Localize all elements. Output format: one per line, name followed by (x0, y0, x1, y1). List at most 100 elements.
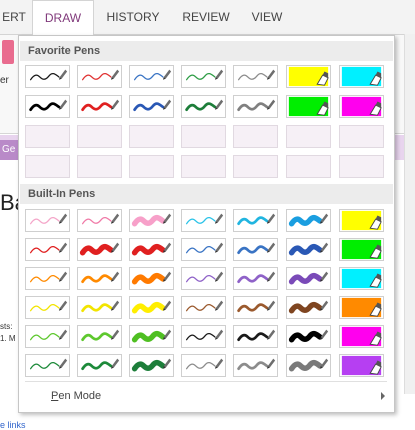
built-in-pen-swatch[interactable] (129, 296, 174, 319)
built-in-pen-swatch[interactable] (233, 325, 278, 348)
favorite-pen-swatch[interactable] (233, 95, 278, 118)
pen-stroke-icon (81, 213, 120, 225)
favorite-pen-swatch[interactable] (286, 65, 331, 88)
built-in-pen-swatch[interactable] (77, 354, 122, 377)
built-in-pen-swatch[interactable] (339, 296, 384, 319)
tab-insert[interactable]: ERT (0, 0, 28, 34)
favorite-pen-swatch[interactable] (286, 125, 331, 148)
built-in-pen-swatch[interactable] (286, 209, 331, 232)
built-in-pen-swatch[interactable] (77, 209, 122, 232)
built-in-pen-swatch[interactable] (339, 325, 384, 348)
pen-stroke-icon (237, 300, 276, 313)
favorite-pen-swatch[interactable] (25, 65, 70, 88)
built-in-pen-swatch[interactable] (286, 267, 331, 290)
favorite-pen-swatch[interactable] (181, 65, 226, 88)
built-in-pen-swatch[interactable] (77, 296, 122, 319)
pen-stroke-icon (237, 69, 276, 81)
built-in-pen-swatch[interactable] (129, 267, 174, 290)
section-tab-general[interactable]: Ge (0, 140, 20, 160)
favorite-pen-swatch[interactable] (129, 65, 174, 88)
favorite-pen-swatch[interactable] (25, 95, 70, 118)
favorite-pen-swatch[interactable] (77, 65, 122, 88)
pen-mode-menu-item[interactable]: Pen Mode (51, 390, 101, 402)
built-in-pen-swatch[interactable] (25, 238, 70, 261)
favorite-pen-swatch[interactable] (129, 125, 174, 148)
built-in-pen-swatch[interactable] (77, 238, 122, 261)
built-in-pen-swatch[interactable] (77, 325, 122, 348)
built-in-pen-swatch[interactable] (286, 354, 331, 377)
favorite-pen-swatch[interactable] (181, 95, 226, 118)
highlighter-icon (341, 268, 382, 289)
built-in-pen-swatch[interactable] (129, 209, 174, 232)
built-in-pen-swatch[interactable] (181, 267, 226, 290)
built-in-pen-swatch[interactable] (286, 238, 331, 261)
favorite-pen-swatch[interactable] (77, 125, 122, 148)
built-in-pen-swatch[interactable] (181, 296, 226, 319)
built-in-pen-swatch[interactable] (181, 238, 226, 261)
favorite-pen-swatch[interactable] (129, 95, 174, 118)
favorite-pen-swatch[interactable] (77, 95, 122, 118)
tab-history[interactable]: HISTORY (98, 0, 168, 34)
built-in-pen-swatch[interactable] (181, 209, 226, 232)
tab-view[interactable]: VIEW (242, 0, 292, 34)
pen-stroke-icon (131, 271, 172, 285)
favorite-pen-swatch[interactable] (25, 155, 70, 178)
built-in-pen-swatch[interactable] (233, 238, 278, 261)
favorite-pen-swatch[interactable] (181, 125, 226, 148)
favorite-pen-swatch[interactable] (339, 95, 384, 118)
highlighter-icon (341, 326, 382, 347)
built-in-pen-swatch[interactable] (77, 267, 122, 290)
built-in-pens-header: Built-In Pens (20, 184, 393, 204)
highlighter-icon (341, 239, 382, 260)
highlighter-icon (288, 66, 329, 87)
favorite-pen-swatch[interactable] (339, 125, 384, 148)
favorite-pen-swatch[interactable] (233, 155, 278, 178)
favorite-pen-swatch[interactable] (233, 125, 278, 148)
favorite-pen-swatch[interactable] (286, 95, 331, 118)
favorite-pen-swatch[interactable] (129, 155, 174, 178)
note-text: sts: (0, 322, 13, 331)
favorite-pen-swatch[interactable] (25, 125, 70, 148)
favorite-pen-swatch[interactable] (233, 65, 278, 88)
built-in-pen-swatch[interactable] (286, 325, 331, 348)
pen-stroke-icon (29, 271, 68, 283)
favorite-pen-swatch[interactable] (339, 155, 384, 178)
pen-stroke-icon (81, 329, 120, 342)
pen-stroke-icon (29, 69, 68, 81)
built-in-pen-swatch[interactable] (339, 209, 384, 232)
built-in-pen-swatch[interactable] (129, 354, 174, 377)
built-in-pen-swatch[interactable] (129, 238, 174, 261)
built-in-pen-swatch[interactable] (181, 325, 226, 348)
built-in-pen-swatch[interactable] (339, 267, 384, 290)
built-in-pen-swatch[interactable] (25, 267, 70, 290)
highlighter-icon (341, 210, 382, 231)
vertical-scrollbar[interactable] (404, 34, 415, 394)
pen-stroke-icon (288, 329, 329, 343)
built-in-pen-swatch[interactable] (233, 354, 278, 377)
built-in-pen-swatch[interactable] (25, 209, 70, 232)
pen-stroke-icon (185, 358, 224, 370)
built-in-pen-swatch[interactable] (25, 296, 70, 319)
favorite-pen-swatch[interactable] (339, 65, 384, 88)
favorite-pen-swatch[interactable] (181, 155, 226, 178)
pen-stroke-icon (29, 242, 68, 254)
favorite-pen-swatch[interactable] (286, 155, 331, 178)
tab-review[interactable]: REVIEW (176, 0, 236, 34)
highlighter-icon (341, 66, 382, 87)
built-in-pen-swatch[interactable] (181, 354, 226, 377)
built-in-pen-swatch[interactable] (129, 325, 174, 348)
built-in-pen-swatch[interactable] (25, 325, 70, 348)
pen-stroke-icon (185, 69, 224, 81)
built-in-pen-swatch[interactable] (339, 238, 384, 261)
built-in-pen-swatch[interactable] (233, 209, 278, 232)
built-in-pen-swatch[interactable] (233, 296, 278, 319)
built-in-pen-swatch[interactable] (25, 354, 70, 377)
note-list-item: 1. M (0, 334, 16, 343)
built-in-pen-swatch[interactable] (286, 296, 331, 319)
built-in-pen-swatch[interactable] (233, 267, 278, 290)
built-in-pen-swatch[interactable] (339, 354, 384, 377)
eraser-icon[interactable] (2, 40, 14, 64)
pen-mode-label: en Mode (58, 390, 102, 402)
tab-draw[interactable]: DRAW (32, 0, 94, 36)
favorite-pen-swatch[interactable] (77, 155, 122, 178)
